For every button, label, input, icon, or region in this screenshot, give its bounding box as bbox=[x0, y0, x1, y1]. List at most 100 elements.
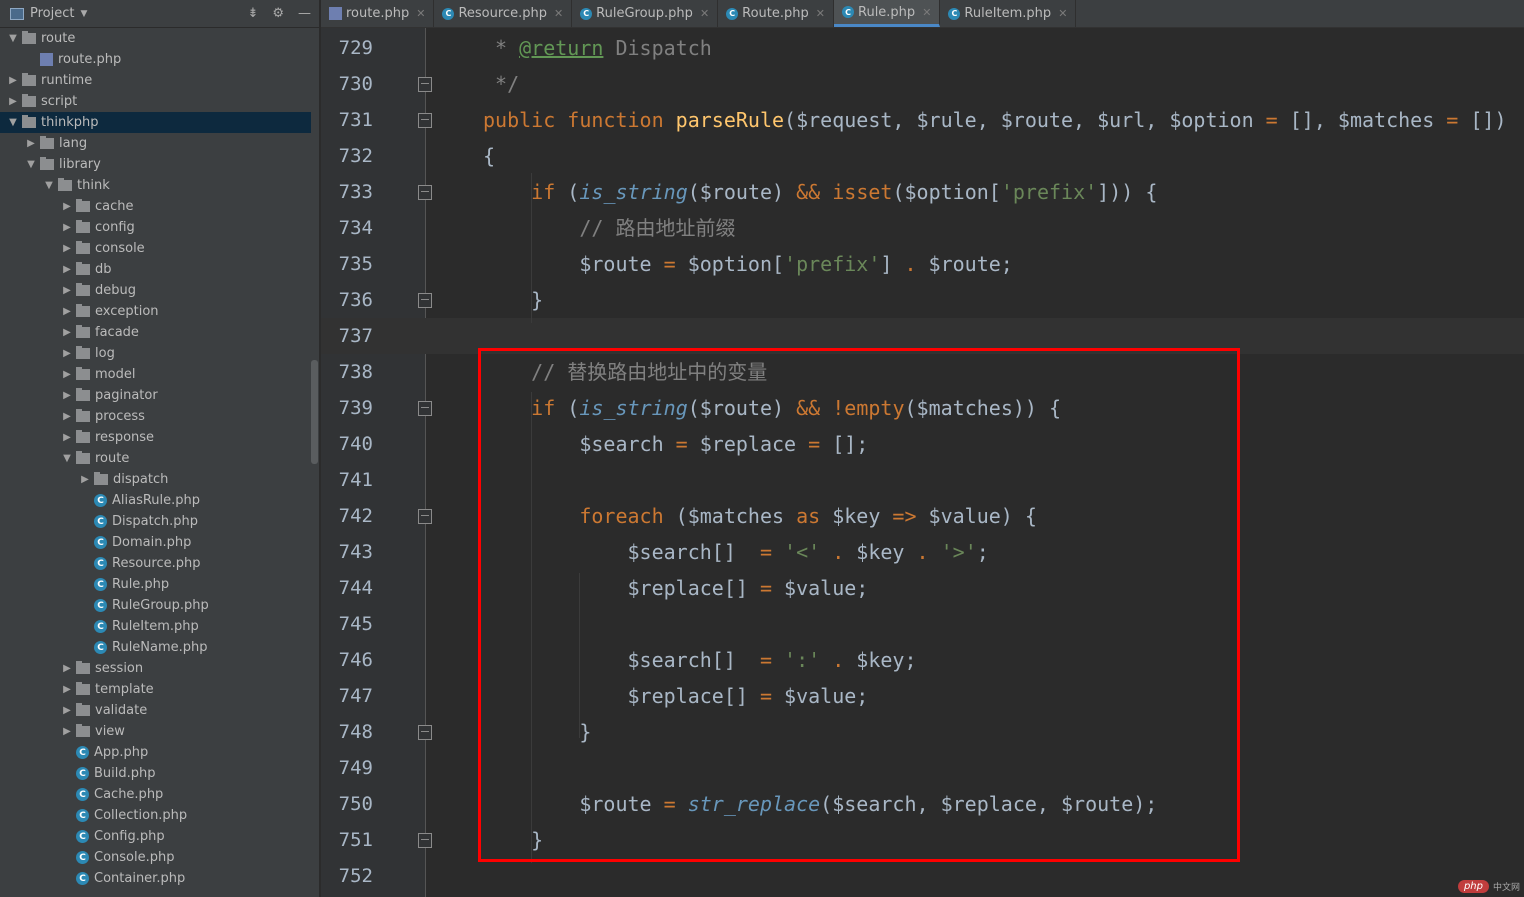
collapse-arrow-icon[interactable]: ▶ bbox=[76, 474, 94, 485]
sidebar-scrollbar[interactable] bbox=[311, 360, 318, 464]
project-title[interactable]: Project bbox=[30, 6, 74, 21]
collapse-arrow-icon[interactable]: ▶ bbox=[58, 663, 76, 674]
tree-item-lang[interactable]: ▶ lang bbox=[0, 133, 311, 154]
tree-item-facade[interactable]: ▶ facade bbox=[0, 322, 311, 343]
tab-resource-php[interactable]: C Resource.php ✕ bbox=[434, 0, 573, 27]
close-icon[interactable]: ✕ bbox=[1058, 7, 1067, 20]
tree-item-library[interactable]: ▼ library bbox=[0, 154, 311, 175]
code-line[interactable]: 739 if (is_string($route) && !empty($mat… bbox=[321, 390, 1524, 426]
tree-item-collection-php[interactable]: C Collection.php bbox=[0, 805, 311, 826]
tree-item-thinkphp[interactable]: ▼ thinkphp bbox=[0, 112, 311, 133]
tree-item-console-php[interactable]: C Console.php bbox=[0, 847, 311, 868]
tree-item-app-php[interactable]: C App.php bbox=[0, 742, 311, 763]
tab-route-php[interactable]: route.php ✕ bbox=[321, 0, 435, 27]
code-line[interactable]: 734 // 路由地址前缀 bbox=[321, 210, 1524, 246]
tree-item-console[interactable]: ▶ console bbox=[0, 238, 311, 259]
code-line[interactable]: 731 public function parseRule($request, $… bbox=[321, 102, 1524, 138]
tab-rulegroup-php[interactable]: C RuleGroup.php ✕ bbox=[572, 0, 719, 27]
fold-marker-icon[interactable] bbox=[418, 833, 432, 848]
tab-route-php[interactable]: C Route.php ✕ bbox=[718, 0, 834, 27]
collapse-arrow-icon[interactable]: ▶ bbox=[58, 285, 76, 296]
fold-marker-icon[interactable] bbox=[418, 77, 432, 92]
code-line[interactable]: 746 $search[] = ':' . $key; bbox=[321, 642, 1524, 678]
chevron-down-icon[interactable]: ▼ bbox=[80, 9, 87, 19]
code-line[interactable]: 743 $search[] = '<' . $key . '>'; bbox=[321, 534, 1524, 570]
close-icon[interactable]: ✕ bbox=[700, 7, 709, 20]
code-line[interactable]: 737 bbox=[321, 318, 1524, 354]
close-icon[interactable]: ✕ bbox=[922, 6, 931, 19]
collapse-arrow-icon[interactable]: ▶ bbox=[58, 411, 76, 422]
tree-item-config-php[interactable]: C Config.php bbox=[0, 826, 311, 847]
fold-marker-icon[interactable] bbox=[418, 401, 432, 416]
tree-item-session[interactable]: ▶ session bbox=[0, 658, 311, 679]
collapse-arrow-icon[interactable]: ▶ bbox=[58, 264, 76, 275]
tree-item-process[interactable]: ▶ process bbox=[0, 406, 311, 427]
collapse-arrow-icon[interactable]: ▶ bbox=[58, 222, 76, 233]
tree-item-think[interactable]: ▼ think bbox=[0, 175, 311, 196]
tree-item-view[interactable]: ▶ view bbox=[0, 721, 311, 742]
tree-item-route-php[interactable]: route.php bbox=[0, 49, 311, 70]
expand-arrow-icon[interactable]: ▼ bbox=[4, 33, 22, 44]
tree-item-domain-php[interactable]: C Domain.php bbox=[0, 532, 311, 553]
collapse-arrow-icon[interactable]: ▶ bbox=[58, 432, 76, 443]
expand-arrow-icon[interactable]: ▼ bbox=[22, 159, 40, 170]
code-line[interactable]: 752 bbox=[321, 858, 1524, 894]
collapse-arrow-icon[interactable]: ▶ bbox=[58, 201, 76, 212]
tree-item-model[interactable]: ▶ model bbox=[0, 364, 311, 385]
tree-item-validate[interactable]: ▶ validate bbox=[0, 700, 311, 721]
code-line[interactable]: 751 } bbox=[321, 822, 1524, 858]
tree-item-aliasrule-php[interactable]: C AliasRule.php bbox=[0, 490, 311, 511]
code-editor[interactable]: 729 * @return Dispatch 730 */731 public fu… bbox=[321, 28, 1524, 897]
code-line[interactable]: 740 $search = $replace = []; bbox=[321, 426, 1524, 462]
expand-arrow-icon[interactable]: ▼ bbox=[58, 453, 76, 464]
tab-rule-php[interactable]: C Rule.php ✕ bbox=[834, 0, 941, 27]
collapse-arrow-icon[interactable]: ▶ bbox=[58, 369, 76, 380]
close-icon[interactable]: ✕ bbox=[554, 7, 563, 20]
tree-item-route[interactable]: ▼ route bbox=[0, 28, 311, 49]
tree-item-db[interactable]: ▶ db bbox=[0, 259, 311, 280]
tree-item-ruleitem-php[interactable]: C RuleItem.php bbox=[0, 616, 311, 637]
collapse-arrow-icon[interactable]: ▶ bbox=[58, 684, 76, 695]
fold-marker-icon[interactable] bbox=[418, 185, 432, 200]
tree-item-dispatch-php[interactable]: C Dispatch.php bbox=[0, 511, 311, 532]
code-line[interactable]: 730 */ bbox=[321, 66, 1524, 102]
tree-item-build-php[interactable]: C Build.php bbox=[0, 763, 311, 784]
code-line[interactable]: 736 } bbox=[321, 282, 1524, 318]
code-line[interactable]: 750 $route = str_replace($search, $repla… bbox=[321, 786, 1524, 822]
tree-item-template[interactable]: ▶ template bbox=[0, 679, 311, 700]
code-line[interactable]: 744 $replace[] = $value; bbox=[321, 570, 1524, 606]
code-line[interactable]: 749 bbox=[321, 750, 1524, 786]
collapse-arrow-icon[interactable]: ▶ bbox=[58, 306, 76, 317]
tree-item-exception[interactable]: ▶ exception bbox=[0, 301, 311, 322]
collapse-arrow-icon[interactable]: ▶ bbox=[58, 327, 76, 338]
fold-marker-icon[interactable] bbox=[418, 113, 432, 128]
collapse-arrow-icon[interactable]: ▶ bbox=[58, 348, 76, 359]
tree-item-log[interactable]: ▶ log bbox=[0, 343, 311, 364]
fold-marker-icon[interactable] bbox=[418, 509, 432, 524]
code-line[interactable]: 747 $replace[] = $value; bbox=[321, 678, 1524, 714]
collapse-all-icon[interactable]: ⇟ bbox=[247, 6, 258, 21]
close-icon[interactable]: ✕ bbox=[816, 7, 825, 20]
tree-item-route[interactable]: ▼ route bbox=[0, 448, 311, 469]
code-line[interactable]: 732 { bbox=[321, 138, 1524, 174]
project-panel-header[interactable]: Project ▼ ⇟ ⚙ — bbox=[0, 0, 319, 28]
close-icon[interactable]: ✕ bbox=[416, 7, 425, 20]
minimize-icon[interactable]: — bbox=[298, 6, 311, 21]
tree-item-rulegroup-php[interactable]: C RuleGroup.php bbox=[0, 595, 311, 616]
collapse-arrow-icon[interactable]: ▶ bbox=[58, 243, 76, 254]
tree-item-container-php[interactable]: C Container.php bbox=[0, 868, 311, 889]
collapse-arrow-icon[interactable]: ▶ bbox=[58, 705, 76, 716]
collapse-arrow-icon[interactable]: ▶ bbox=[58, 726, 76, 737]
collapse-arrow-icon[interactable]: ▶ bbox=[4, 96, 22, 107]
code-line[interactable]: 733 if (is_string($route) && isset($opti… bbox=[321, 174, 1524, 210]
tree-item-debug[interactable]: ▶ debug bbox=[0, 280, 311, 301]
expand-arrow-icon[interactable]: ▼ bbox=[4, 117, 22, 128]
fold-marker-icon[interactable] bbox=[418, 293, 432, 308]
tab-ruleitem-php[interactable]: C RuleItem.php ✕ bbox=[940, 0, 1077, 27]
code-line[interactable]: 741 bbox=[321, 462, 1524, 498]
collapse-arrow-icon[interactable]: ▶ bbox=[4, 75, 22, 86]
tree-item-cache-php[interactable]: C Cache.php bbox=[0, 784, 311, 805]
tree-item-script[interactable]: ▶ script bbox=[0, 91, 311, 112]
tree-item-config[interactable]: ▶ config bbox=[0, 217, 311, 238]
code-line[interactable]: 735 $route = $option['prefix'] . $route; bbox=[321, 246, 1524, 282]
